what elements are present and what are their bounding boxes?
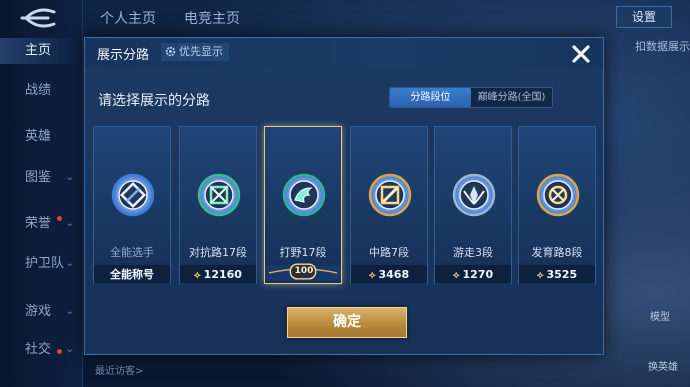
sidebar-item-6[interactable]: 游戏 ⌄ [0,299,82,325]
route-score: ⟡ 3468 [351,265,427,284]
route-score: 全能称号 [94,265,170,284]
tab-peak-route[interactable]: 巅峰分路(全国) [471,88,552,107]
tab-personal-home[interactable]: 个人主页 [100,8,156,28]
sidebar-item-4[interactable]: 荣誉 ⌄ [0,211,82,237]
confirm-button[interactable]: 确定 [287,307,407,338]
route-score-value: 1270 [462,268,494,281]
route-name: 对抗路17段 [189,246,247,259]
route-name: 发育路8段 [531,246,583,259]
gear-icon [165,46,176,57]
sidebar-item-label: 护卫队 [25,256,65,271]
sidebar-item-0[interactable]: 主页 [0,38,82,64]
data-display-link[interactable]: 扣数据展示 [635,38,690,54]
chevron-down-icon: ⌄ [65,172,74,183]
settings-button[interactable]: 设置 [616,6,672,28]
chevron-down-icon: ⌄ [65,258,74,269]
all-round-emblem-icon [111,173,155,217]
notification-dot [57,349,62,354]
priority-display-button[interactable]: 优先显示 [161,43,229,61]
sidebar-item-3[interactable]: 图鉴 ⌄ [0,165,82,191]
sidebar-item-1[interactable]: 战绩 [0,78,82,104]
model-label[interactable]: 模型 [650,308,670,323]
route-name: 全能选手 [110,246,154,259]
select-route-prompt: 请选择展示的分路 [98,93,210,109]
route-card[interactable]: 对抗路17段 ⟡ 12160 [179,126,257,284]
route-score: ⟡ 1270 [435,265,511,284]
points-icon: ⟡ [452,270,460,281]
clash-lane-emblem-icon [197,173,241,217]
route-display-dialog: 展示分路 优先显示 请选择展示的分路 分路段位 巅峰分路(全国) 全能选手全能称… [84,37,604,355]
sidebar-item-7[interactable]: 社交 ⌄ [0,337,82,363]
sidebar-item-label: 社交 [25,342,52,357]
sidebar-item-label: 荣誉 [25,216,52,231]
sidebar-item-label: 图鉴 [25,170,52,185]
route-card[interactable]: 游走3段 ⟡ 1270 [434,126,512,284]
sidebar-item-label: 主页 [25,43,52,58]
route-score: ⟡ 3525 [519,265,595,284]
close-icon[interactable] [570,43,592,65]
sidebar: 主页 战绩 英雄 图鉴 ⌄ 荣誉 ⌄ 护卫队 ⌄ 游戏 ⌄ 社交 ⌄ [0,0,83,387]
route-name: 打野17段 [279,246,327,259]
route-score-value: 3525 [546,268,578,281]
segment-control: 分路段位 巅峰分路(全国) [389,87,553,108]
route-card[interactable]: 发育路8段 ⟡ 3525 [518,126,596,284]
sidebar-item-2[interactable]: 英雄 [0,124,82,150]
route-card[interactable]: 中路7段 ⟡ 3468 [350,126,428,284]
switch-hero-label[interactable]: 换英雄 [648,358,678,373]
stars-count: 100 [294,266,314,276]
route-name: 中路7段 [369,246,409,259]
tab-esports-home[interactable]: 电竞主页 [184,8,240,28]
jungle-emblem-icon [282,173,326,217]
route-score-value: 3468 [378,268,410,281]
recent-visitors-link[interactable]: 最近访客> [95,362,143,377]
back-arrow-icon[interactable] [18,6,60,30]
sidebar-item-label: 游戏 [25,304,52,319]
sidebar-item-5[interactable]: 护卫队 ⌄ [0,251,82,277]
route-score-value: 全能称号 [110,268,154,281]
route-name: 游走3段 [453,246,493,259]
points-icon: ⟡ [536,270,544,281]
route-card[interactable]: 打野17段 100 [264,126,342,284]
mid-lane-emblem-icon [368,173,412,217]
route-card[interactable]: 全能选手 全能称号 [93,126,171,284]
priority-label: 优先显示 [179,45,223,58]
route-score: ⟡ 12160 [180,265,256,284]
chevron-down-icon: ⌄ [65,344,74,355]
chevron-down-icon: ⌄ [65,218,74,229]
roam-emblem-icon [452,173,496,217]
farm-lane-emblem-icon [536,173,580,217]
points-icon: ⟡ [194,270,201,281]
dialog-title: 展示分路 [97,48,150,63]
tab-route-rank[interactable]: 分路段位 [390,88,471,107]
chevron-down-icon: ⌄ [65,306,74,317]
sidebar-item-label: 英雄 [25,129,52,144]
sidebar-item-label: 战绩 [25,83,52,98]
notification-dot [57,216,62,221]
route-score-value: 12160 [203,268,242,281]
points-icon: ⟡ [368,270,376,281]
